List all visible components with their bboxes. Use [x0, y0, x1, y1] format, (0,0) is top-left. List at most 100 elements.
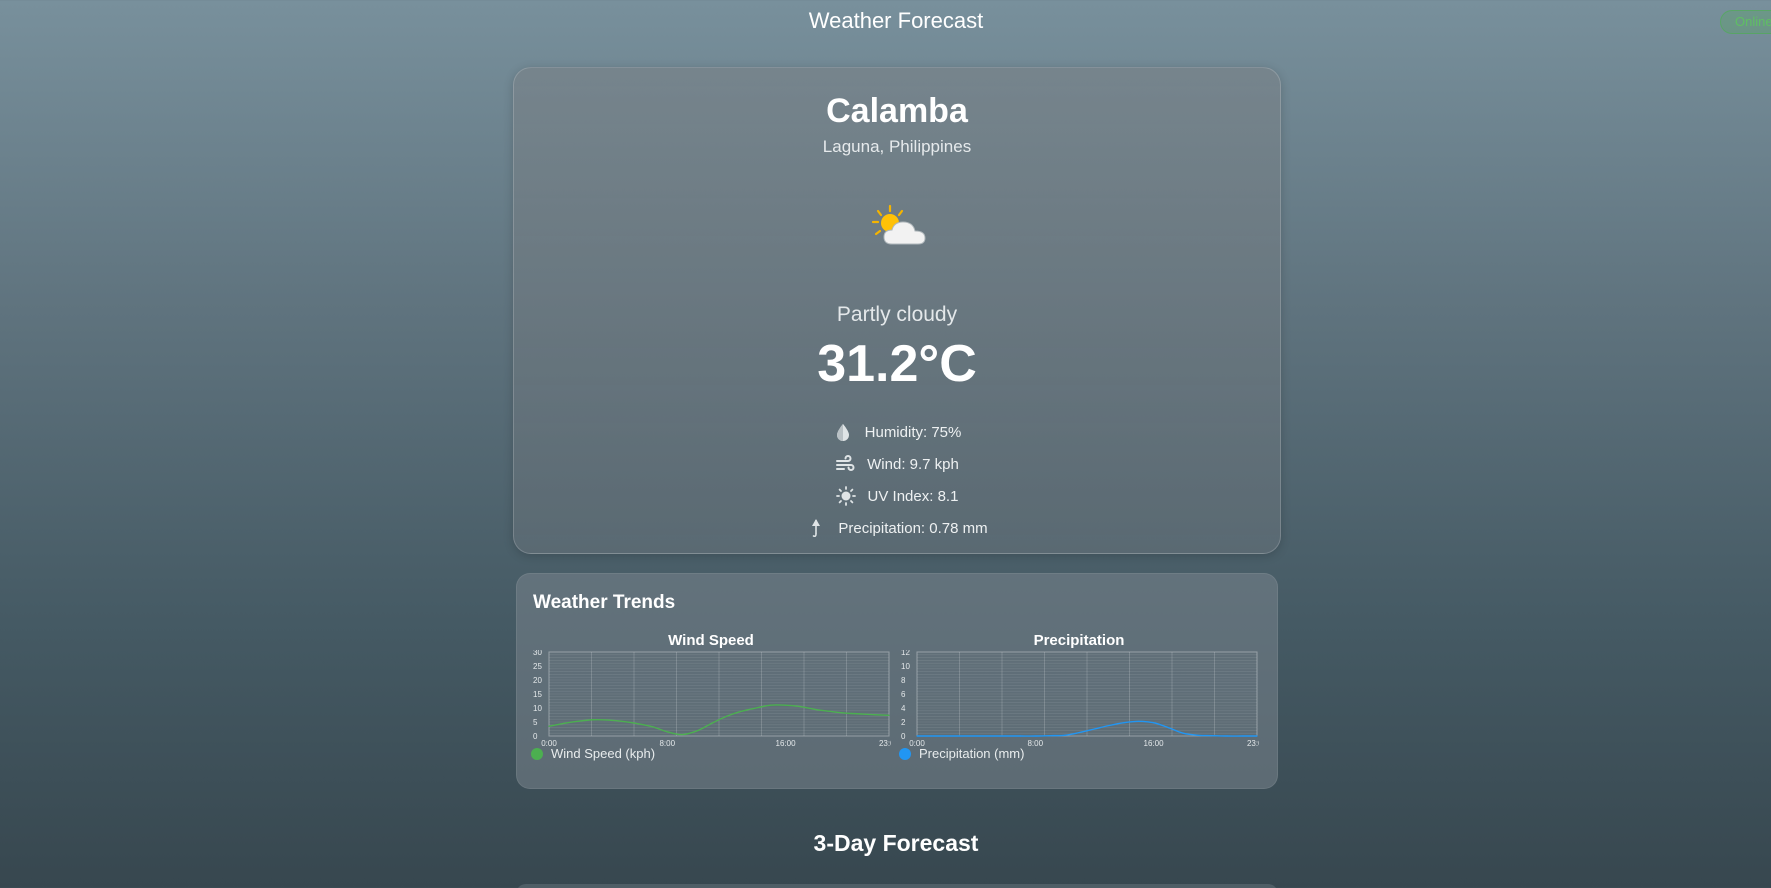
data-point [651, 726, 654, 728]
data-point [1079, 731, 1081, 734]
wind-legend-swatch [531, 747, 543, 760]
x-tick-label: 0:00 [909, 739, 925, 746]
data-point [1167, 727, 1169, 729]
precip-chart-legend: Precipitation (mm) [899, 746, 1024, 761]
data-point [622, 720, 624, 723]
x-tick-label: 23:00 [1247, 739, 1259, 746]
data-point [607, 719, 609, 721]
umbrella-icon [812, 519, 821, 538]
uv-row: UV Index: 8.1 [514, 480, 1280, 512]
status-badge: Online [1720, 10, 1771, 34]
y-tick-label: 10 [901, 662, 910, 671]
partly-cloudy-icon [871, 204, 926, 245]
y-tick-label: 4 [901, 704, 906, 713]
data-point [770, 704, 772, 706]
app-title: Weather Forecast [808, 8, 984, 33]
data-point [945, 735, 948, 737]
wind-text: Wind: 9.7 kph [867, 455, 959, 473]
wind-chart-legend: Wind Speed (kph) [531, 746, 655, 761]
precipitation-text: Precipitation: 0.78 mm [838, 519, 988, 537]
data-point [888, 714, 890, 716]
data-point [696, 730, 698, 732]
data-point [916, 735, 918, 737]
data-point [740, 710, 742, 712]
wind-legend-label: Wind Speed (kph) [551, 746, 656, 761]
data-point [1049, 735, 1051, 737]
temperature-value: 31.2°C [817, 335, 977, 393]
data-point [990, 735, 992, 737]
data-point [1138, 720, 1140, 722]
region-name: Laguna, Philippines [822, 137, 972, 156]
data-point [1005, 735, 1007, 737]
x-tick-label: 16:00 [776, 739, 797, 746]
uv-text: UV Index: 8.1 [867, 487, 959, 505]
y-tick-label: 20 [533, 676, 542, 685]
precip-legend-label: Precipitation (mm) [919, 746, 1025, 761]
data-point [548, 725, 550, 727]
data-point [873, 714, 875, 716]
data-point [577, 720, 580, 722]
y-tick-label: 2 [901, 718, 906, 727]
wind-chart-title: Wind Speed [668, 632, 754, 649]
y-tick-label: 0 [533, 732, 538, 741]
x-tick-label: 8:00 [659, 739, 675, 746]
droplet-icon [836, 424, 849, 441]
data-point [1226, 735, 1229, 737]
forecast-title: 3-Day Forecast [813, 830, 979, 856]
data-point [960, 735, 962, 737]
y-tick-label: 6 [901, 690, 906, 699]
data-point [844, 712, 846, 714]
data-point [1212, 735, 1214, 737]
data-point [1019, 735, 1022, 737]
y-tick-label: 10 [533, 704, 542, 713]
data-point [1064, 734, 1066, 736]
data-point [592, 719, 594, 721]
data-point [637, 723, 639, 725]
forecast-card [516, 884, 1278, 888]
x-tick-label: 16:00 [1144, 739, 1165, 746]
data-point [711, 722, 713, 724]
y-tick-label: 25 [533, 662, 542, 671]
data-point [755, 707, 757, 709]
wind-speed-chart: Wind Speed 0 5 10 15 20 25 30 0:00 8:00 16:00 23:0… [531, 632, 891, 782]
data-point [681, 734, 683, 736]
data-point [1241, 735, 1243, 737]
data-point [1197, 734, 1199, 736]
data-point [1034, 735, 1036, 737]
wind-chart-plot: 0 5 10 15 20 25 30 0:00 8:00 16:00 23:00 [533, 650, 891, 746]
humidity-text: Humidity: 75% [864, 423, 962, 441]
humidity-row: Humidity: 75% [514, 416, 1280, 448]
trends-title: Weather Trends [533, 592, 676, 613]
data-point [1093, 728, 1095, 730]
data-point [1123, 722, 1125, 724]
city-name: Calamba [826, 92, 968, 130]
precipitation-row: Precipitation: 0.78 mm [514, 512, 1280, 544]
data-point [931, 735, 933, 737]
y-tick-label: 30 [533, 650, 542, 657]
y-tick-label: 8 [901, 676, 906, 685]
condition-text: Partly cloudy [836, 303, 958, 326]
data-point [1152, 722, 1155, 724]
weather-trends-card: Weather Trends Wind Speed 0 5 10 15 20 25 30 0:… [516, 573, 1278, 789]
data-point [829, 710, 831, 712]
data-point [784, 704, 787, 706]
data-point [1108, 724, 1110, 727]
y-tick-label: 0 [901, 732, 906, 741]
data-point [975, 735, 977, 737]
y-tick-label: 12 [901, 650, 910, 657]
current-weather-card: Calamba Laguna, Philippines Partly cloud… [513, 67, 1281, 554]
precip-legend-swatch [899, 747, 911, 760]
precip-chart-plot: 0 2 4 6 8 10 12 0:00 8:00 16:00 23:00 [901, 650, 1259, 746]
precipitation-chart: Precipitation 0 2 4 6 8 10 12 0:00 8:00 16:00 23:0… [899, 632, 1259, 782]
data-point [666, 731, 668, 733]
data-point [799, 706, 801, 708]
data-point [725, 715, 727, 717]
x-tick-label: 8:00 [1027, 739, 1043, 746]
data-point [1256, 735, 1258, 737]
wind-icon [836, 455, 855, 471]
weather-details: Humidity: 75% Wind: 9.7 kph UV Index: 8.… [514, 416, 1280, 544]
x-tick-label: 0:00 [541, 739, 557, 746]
data-point [858, 713, 861, 715]
data-point [563, 722, 565, 724]
x-tick-label: 23:00 [879, 739, 891, 746]
